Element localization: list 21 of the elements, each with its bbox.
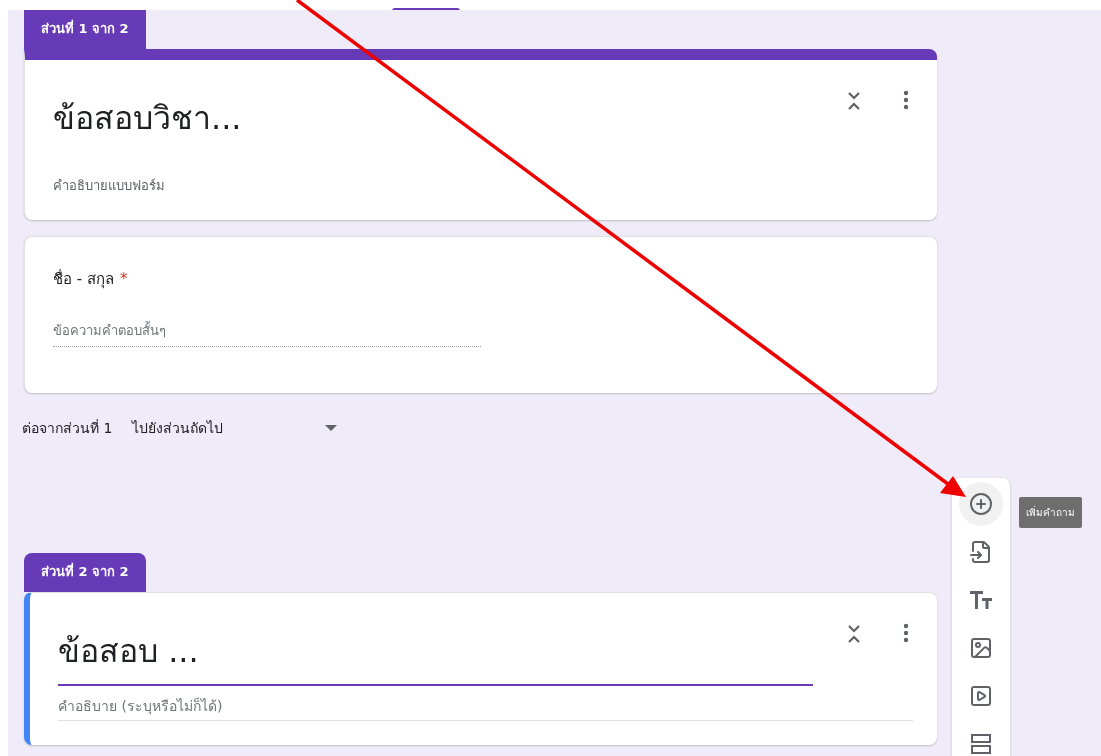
more-options-icon [903, 623, 909, 643]
short-answer-field[interactable]: ข้อความคำตอบสั้นๆ [53, 319, 481, 347]
description-field[interactable]: คำอธิบาย (ระบุหรือไม่ก็ได้) [58, 686, 913, 721]
video-icon [969, 684, 993, 708]
collapse-icon [847, 90, 861, 112]
more-options-icon [903, 90, 909, 110]
question-title: ชื่อ - สกุล * [53, 268, 129, 291]
import-icon [969, 540, 993, 564]
form-description: คำอธิบายแบบฟอร์ม [53, 177, 166, 195]
next-section-dropdown[interactable]: ไปยังส่วนถัดไป [132, 417, 338, 439]
toolbar-button[interactable] [959, 482, 1003, 526]
section-navigation-label: ต่อจากส่วนที่ 1 [22, 418, 113, 438]
image-icon [969, 636, 993, 660]
section-icon [970, 733, 992, 755]
form-title[interactable]: ข้อสอบวิชา... [53, 92, 808, 153]
collapse-icon [847, 623, 861, 645]
tooltip: เพิ่มคำถาม [1019, 497, 1082, 528]
text-size-icon [970, 591, 992, 609]
dropdown-icon [325, 425, 338, 431]
add-icon [969, 492, 993, 516]
form-title[interactable]: ข้อสอบ ... [58, 625, 813, 686]
